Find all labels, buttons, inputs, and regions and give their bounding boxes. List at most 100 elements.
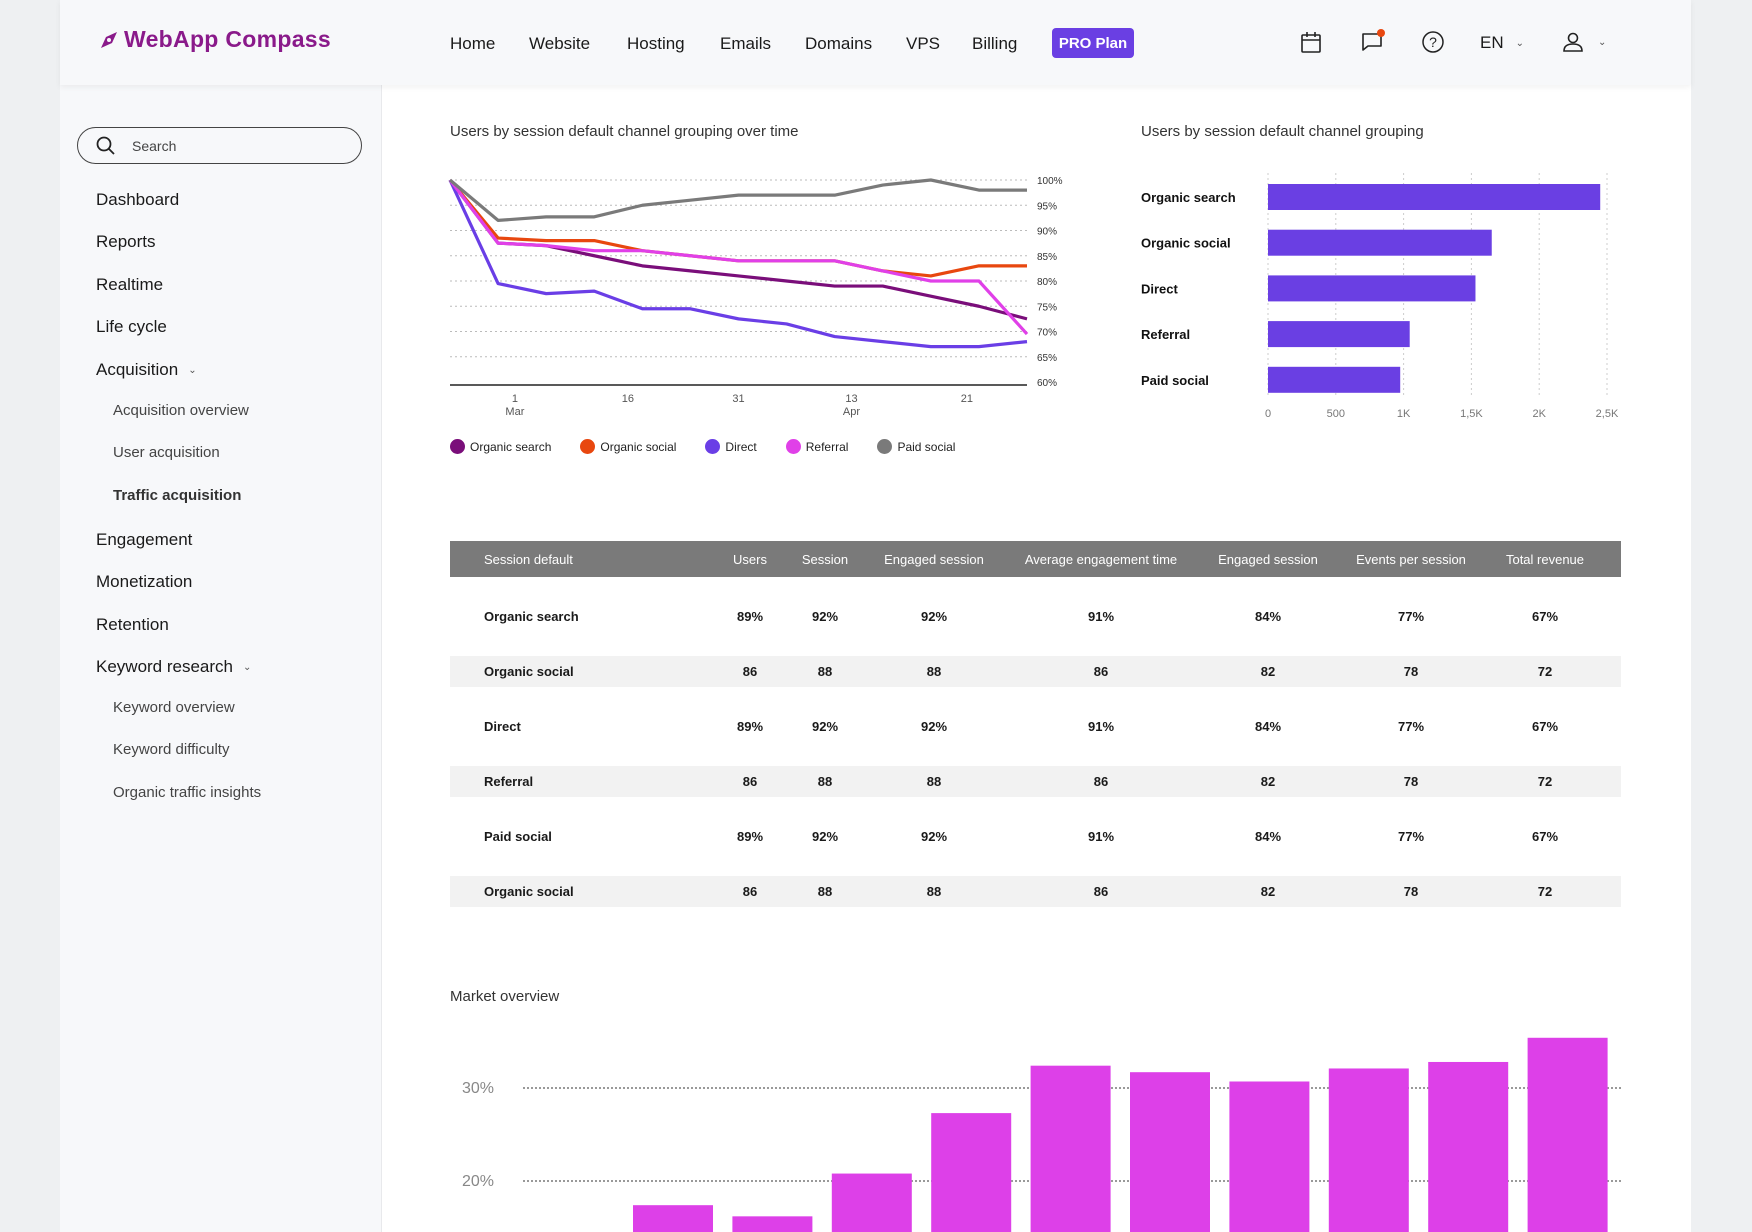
sidebar-item-keyword-difficulty[interactable]: Keyword difficulty (113, 741, 229, 758)
chat-icon[interactable] (1360, 28, 1386, 54)
sidebar-item-keyword-research[interactable]: Keyword research ⌄ (96, 657, 251, 677)
column-header[interactable]: Engaged session (884, 552, 984, 567)
table-cell: 86 (1093, 884, 1109, 899)
market-bar (732, 1216, 813, 1232)
table-cell: 91% (1087, 609, 1115, 624)
help-icon[interactable]: ? (1421, 30, 1445, 54)
nav-website[interactable]: Website (529, 34, 590, 54)
legend-label: Organic search (470, 439, 552, 454)
sidebar-item-traffic-acquisition[interactable]: Traffic acquisition (113, 487, 241, 504)
column-header[interactable]: Average engagement time (1025, 552, 1177, 567)
nav-home[interactable]: Home (450, 34, 495, 54)
legend-item[interactable]: Organic social (580, 439, 676, 454)
nav-vps[interactable]: VPS (906, 34, 940, 54)
search-input[interactable]: Search (77, 127, 362, 164)
column-header[interactable]: Engaged session (1218, 552, 1318, 567)
sidebar-item-label: Acquisition (96, 360, 179, 379)
sidebar-item-retention[interactable]: Retention (96, 615, 169, 635)
language-selector[interactable]: EN ⌄ (1480, 33, 1524, 53)
table-cell: Organic social (484, 664, 574, 679)
sidebar-item-label: Keyword overview (113, 699, 235, 716)
sidebar-item-keyword-overview[interactable]: Keyword overview (113, 699, 235, 716)
user-menu[interactable]: ⌄ (1562, 30, 1606, 54)
table-cell: 86 (742, 774, 758, 789)
table-cell: Organic search (484, 609, 579, 624)
compass-icon (101, 31, 117, 48)
notification-dot (1377, 29, 1385, 37)
chevron-down-icon: ⌄ (1515, 37, 1525, 49)
nav-billing[interactable]: Billing (972, 34, 1017, 54)
table-cell: 84% (1254, 829, 1282, 844)
table-cell: 72 (1537, 774, 1553, 789)
bar-organic-social (1268, 229, 1492, 256)
series-line-organic-search (448, 179, 1028, 321)
table-cell: 67% (1531, 609, 1559, 624)
nav-emails[interactable]: Emails (720, 34, 771, 54)
x-tick-label: 2,5K (1596, 408, 1619, 420)
table-cell: 84% (1254, 609, 1282, 624)
column-header[interactable]: Events per session (1356, 552, 1466, 567)
sidebar-item-acquisition[interactable]: Acquisition ⌄ (96, 360, 197, 380)
legend-item[interactable]: Referral (785, 439, 849, 454)
nav-hosting[interactable]: Hosting (627, 34, 685, 54)
market-bar (1229, 1081, 1310, 1232)
x-tick-label: 16 (622, 393, 634, 405)
y-tick-label: 75% (1037, 302, 1057, 313)
column-header[interactable]: Users (733, 552, 767, 567)
bar-paid-social (1268, 366, 1401, 393)
table-cell: Direct (484, 719, 521, 734)
sidebar-item-user-acquisition[interactable]: User acquisition (113, 444, 220, 461)
table-row: Referral 86 88 88 86 82 78 72 (450, 766, 1621, 797)
table-cell: Referral (484, 774, 534, 789)
legend-item[interactable]: Organic search (450, 439, 551, 454)
bar-referral (1268, 321, 1410, 348)
sidebar-item-organic-traffic-insights[interactable]: Organic traffic insights (113, 784, 261, 801)
sidebar-item-life-cycle[interactable]: Life cycle (96, 317, 167, 337)
horizontal-bar-chart: 0 500 1K 1,5K 2K 2,5K Organic search Organic so… (1141, 173, 1619, 420)
table-cell: 86 (1093, 774, 1109, 789)
legend-item[interactable]: Direct (705, 439, 757, 454)
legend-item[interactable]: Paid social (877, 439, 955, 454)
legend-swatch (705, 439, 721, 454)
top-header: WebApp Compass Home Website Hosting Emai… (60, 0, 1691, 85)
nav-domains[interactable]: Domains (805, 34, 872, 54)
table-cell: 92% (811, 609, 839, 624)
x-tick-label: 500 (1327, 408, 1345, 420)
sidebar-item-acquisition-overview[interactable]: Acquisition overview (113, 402, 249, 419)
sidebar-item-realtime[interactable]: Realtime (96, 275, 163, 295)
sidebar-item-label: Life cycle (96, 317, 167, 336)
y-tick-label: 80% (1037, 277, 1057, 288)
sidebar-item-dashboard[interactable]: Dashboard (96, 190, 179, 210)
table-cell: Paid social (484, 829, 552, 844)
sidebar-item-label: Traffic acquisition (113, 487, 242, 504)
table-cell: 88 (926, 774, 942, 789)
table-cell: 77% (1397, 829, 1425, 844)
market-bar (633, 1205, 713, 1232)
table-cell: 67% (1531, 719, 1559, 734)
column-header[interactable]: Session default (484, 552, 573, 567)
sidebar-item-label: Engagement (96, 530, 193, 549)
table-row: Paid social 89% 92% 92% 91% 84% 77% 67% (450, 797, 1621, 876)
pro-plan-button[interactable]: PRO Plan (1052, 28, 1134, 58)
table-cell: 72 (1537, 664, 1553, 679)
line-chart-title: Users by session default channel groupin… (450, 123, 799, 140)
y-tick-label: 30% (462, 1080, 494, 1097)
x-tick-label: 2K (1532, 408, 1546, 420)
market-bar (1527, 1037, 1608, 1232)
calendar-icon[interactable] (1300, 30, 1322, 54)
sidebar-item-label: User acquisition (113, 444, 220, 461)
legend-label: Direct (725, 439, 757, 454)
sidebar-item-reports[interactable]: Reports (96, 232, 156, 252)
table-cell: 82 (1260, 664, 1276, 679)
sidebar-item-monetization[interactable]: Monetization (96, 572, 192, 592)
sidebar-item-engagement[interactable]: Engagement (96, 530, 192, 550)
column-header[interactable]: Session (802, 552, 848, 567)
sidebar-item-label: Monetization (96, 572, 193, 591)
table-cell: 86 (742, 664, 758, 679)
y-tick-label: 60% (1037, 378, 1057, 389)
svg-text:?: ? (1429, 34, 1437, 50)
column-header[interactable]: Total revenue (1506, 552, 1584, 567)
table-cell: 92% (920, 829, 948, 844)
legend-label: Referral (805, 439, 849, 454)
logo[interactable]: WebApp Compass (100, 26, 331, 53)
